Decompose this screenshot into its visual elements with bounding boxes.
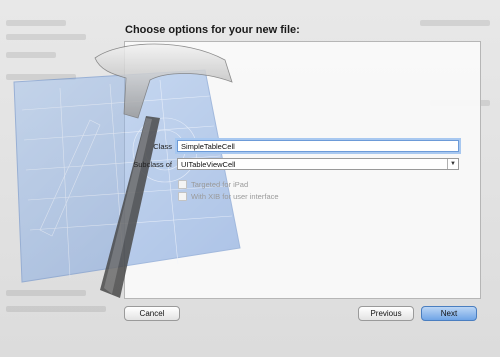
subclass-select-value: UITableViewCell bbox=[181, 160, 236, 169]
with-xib-checkbox-row[interactable]: With XIB for user interface bbox=[178, 191, 279, 201]
with-xib-label: With XIB for user interface bbox=[191, 191, 279, 201]
class-name-input[interactable]: SimpleTableCell bbox=[177, 140, 459, 152]
previous-button[interactable]: Previous bbox=[358, 306, 414, 321]
dialog-title: Choose options for your new file: bbox=[125, 24, 300, 36]
options-panel bbox=[124, 41, 481, 299]
with-xib-checkbox[interactable] bbox=[178, 191, 187, 201]
subclass-select[interactable]: UITableViewCell ▼ bbox=[177, 158, 459, 170]
new-file-options-sheet: Choose options for your new file: Class … bbox=[0, 0, 500, 357]
cancel-button[interactable]: Cancel bbox=[124, 306, 180, 321]
targeted-ipad-checkbox-row[interactable]: Targeted for iPad bbox=[178, 179, 248, 189]
subclass-label: Subclass of bbox=[133, 160, 172, 169]
targeted-ipad-label: Targeted for iPad bbox=[191, 179, 249, 189]
targeted-ipad-checkbox[interactable] bbox=[178, 179, 187, 189]
class-label: Class bbox=[153, 142, 172, 151]
chevron-down-icon: ▼ bbox=[447, 159, 458, 169]
next-button[interactable]: Next bbox=[421, 306, 477, 321]
